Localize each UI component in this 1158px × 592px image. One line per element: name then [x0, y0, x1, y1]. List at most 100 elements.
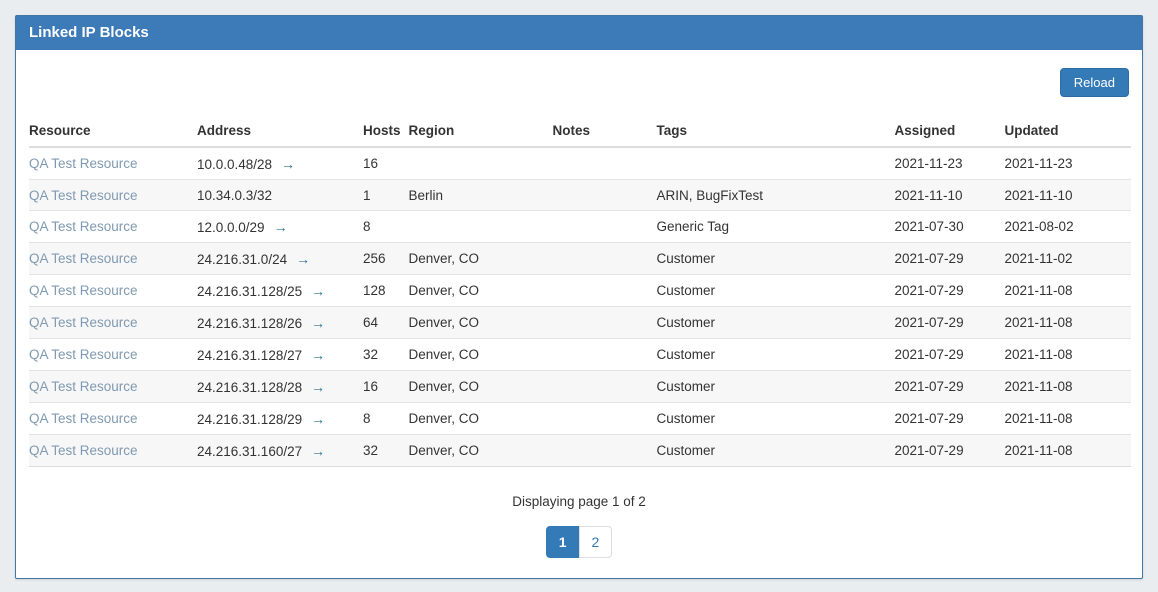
- assigned-value: 2021-07-30: [895, 211, 1005, 243]
- forward-arrow-icon[interactable]: →: [281, 156, 295, 172]
- tags-value: Customer: [657, 371, 895, 403]
- resource-link[interactable]: QA Test Resource: [29, 443, 138, 458]
- forward-arrow-icon[interactable]: →: [274, 219, 288, 235]
- forward-arrow-icon[interactable]: →: [296, 251, 310, 267]
- assigned-value: 2021-07-29: [895, 339, 1005, 371]
- forward-arrow-icon[interactable]: →: [311, 379, 325, 395]
- column-header-tags: Tags: [657, 115, 895, 147]
- page-button[interactable]: 1: [546, 526, 580, 558]
- hosts-value: 16: [363, 371, 409, 403]
- address-value: 12.0.0.0/29: [197, 220, 265, 235]
- updated-value: 2021-11-08: [1005, 275, 1131, 307]
- region-value: Denver, CO: [409, 435, 553, 467]
- resource-link[interactable]: QA Test Resource: [29, 283, 138, 298]
- forward-arrow-icon[interactable]: →: [311, 443, 325, 459]
- table-row: QA Test Resource 24.216.31.0/24→ 256 Den…: [29, 243, 1131, 275]
- hosts-value: 128: [363, 275, 409, 307]
- hosts-value: 32: [363, 339, 409, 371]
- notes-value: [553, 435, 657, 467]
- updated-value: 2021-11-08: [1005, 307, 1131, 339]
- column-header-region: Region: [409, 115, 553, 147]
- page-summary: Displaying page 1 of 2: [29, 494, 1129, 509]
- tags-value: Customer: [657, 435, 895, 467]
- hosts-value: 1: [363, 180, 409, 211]
- region-value: Denver, CO: [409, 243, 553, 275]
- resource-link[interactable]: QA Test Resource: [29, 347, 138, 362]
- assigned-value: 2021-07-29: [895, 307, 1005, 339]
- column-header-resource: Resource: [29, 115, 197, 147]
- updated-value: 2021-11-08: [1005, 339, 1131, 371]
- address-value: 24.216.31.160/27: [197, 444, 302, 459]
- resource-link[interactable]: QA Test Resource: [29, 315, 138, 330]
- assigned-value: 2021-07-29: [895, 275, 1005, 307]
- table-row: QA Test Resource 24.216.31.128/26 → 64 De…: [29, 307, 1131, 339]
- table-row: QA Test Resource 24.216.31.128/25→ 128 D…: [29, 275, 1131, 307]
- notes-value: [553, 403, 657, 435]
- tags-value: Customer: [657, 275, 895, 307]
- panel-body: Reload Resource Address Hosts Region Not…: [16, 50, 1142, 573]
- updated-value: 2021-11-10: [1005, 180, 1131, 211]
- resource-link[interactable]: QA Test Resource: [29, 156, 138, 171]
- hosts-value: 64: [363, 307, 409, 339]
- region-value: Denver, CO: [409, 275, 553, 307]
- address-value: 24.216.31.0/24: [197, 252, 287, 267]
- tags-value: Customer: [657, 243, 895, 275]
- assigned-value: 2021-11-23: [895, 147, 1005, 180]
- notes-value: [553, 339, 657, 371]
- notes-value: [553, 180, 657, 211]
- forward-arrow-icon[interactable]: →: [311, 411, 325, 427]
- assigned-value: 2021-11-10: [895, 180, 1005, 211]
- page-button[interactable]: 2: [579, 526, 613, 558]
- forward-arrow-icon[interactable]: →: [311, 347, 325, 363]
- updated-value: 2021-11-08: [1005, 435, 1131, 467]
- table-header: Resource Address Hosts Region Notes Tags…: [29, 115, 1131, 147]
- column-header-address: Address: [197, 115, 363, 147]
- updated-value: 2021-11-23: [1005, 147, 1131, 180]
- reload-button[interactable]: Reload: [1060, 68, 1129, 97]
- hosts-value: 8: [363, 403, 409, 435]
- resource-link[interactable]: QA Test Resource: [29, 188, 138, 203]
- region-value: Denver, CO: [409, 307, 553, 339]
- resource-link[interactable]: QA Test Resource: [29, 219, 138, 234]
- table-row: QA Test Resource 24.216.31.160/27→ 32 De…: [29, 435, 1131, 467]
- table-row: QA Test Resource 24.216.31.128/27 → 32 De…: [29, 339, 1131, 371]
- table-row: QA Test Resource 24.216.31.128/28 → 16 De…: [29, 371, 1131, 403]
- region-value: Denver, CO: [409, 339, 553, 371]
- address-value: 24.216.31.128/28: [197, 380, 302, 395]
- assigned-value: 2021-07-29: [895, 435, 1005, 467]
- forward-arrow-icon[interactable]: →: [311, 283, 325, 299]
- column-header-assigned: Assigned: [895, 115, 1005, 147]
- address-value: 24.216.31.128/27: [197, 348, 302, 363]
- address-value: 10.0.0.48/28: [197, 157, 272, 172]
- resource-link[interactable]: QA Test Resource: [29, 379, 138, 394]
- resource-link[interactable]: QA Test Resource: [29, 251, 138, 266]
- forward-arrow-icon[interactable]: →: [311, 315, 325, 331]
- region-value: Denver, CO: [409, 371, 553, 403]
- notes-value: [553, 275, 657, 307]
- notes-value: [553, 243, 657, 275]
- address-value: 24.216.31.128/29: [197, 412, 302, 427]
- column-header-hosts: Hosts: [363, 115, 409, 147]
- address-value: 24.216.31.128/26: [197, 316, 302, 331]
- table-row: QA Test Resource 24.216.31.128/29→ 8 Den…: [29, 403, 1131, 435]
- notes-value: [553, 211, 657, 243]
- panel-title: Linked IP Blocks: [29, 24, 149, 41]
- region-value: Berlin: [409, 180, 553, 211]
- region-value: [409, 211, 553, 243]
- column-header-notes: Notes: [553, 115, 657, 147]
- column-header-updated: Updated: [1005, 115, 1131, 147]
- updated-value: 2021-11-08: [1005, 371, 1131, 403]
- resource-link[interactable]: QA Test Resource: [29, 411, 138, 426]
- pagination: 12: [29, 526, 1129, 558]
- notes-value: [553, 371, 657, 403]
- assigned-value: 2021-07-29: [895, 371, 1005, 403]
- panel-header: Linked IP Blocks: [16, 16, 1142, 50]
- region-value: [409, 147, 553, 180]
- table-row: QA Test Resource 12.0.0.0/29→ 8 Generic …: [29, 211, 1131, 243]
- notes-value: [553, 307, 657, 339]
- updated-value: 2021-08-02: [1005, 211, 1131, 243]
- tags-value: Generic Tag: [657, 211, 895, 243]
- table-row: QA Test Resource 10.0.0.48/28→ 16 2021-1…: [29, 147, 1131, 180]
- tags-value: [657, 147, 895, 180]
- tags-value: ARIN, BugFixTest: [657, 180, 895, 211]
